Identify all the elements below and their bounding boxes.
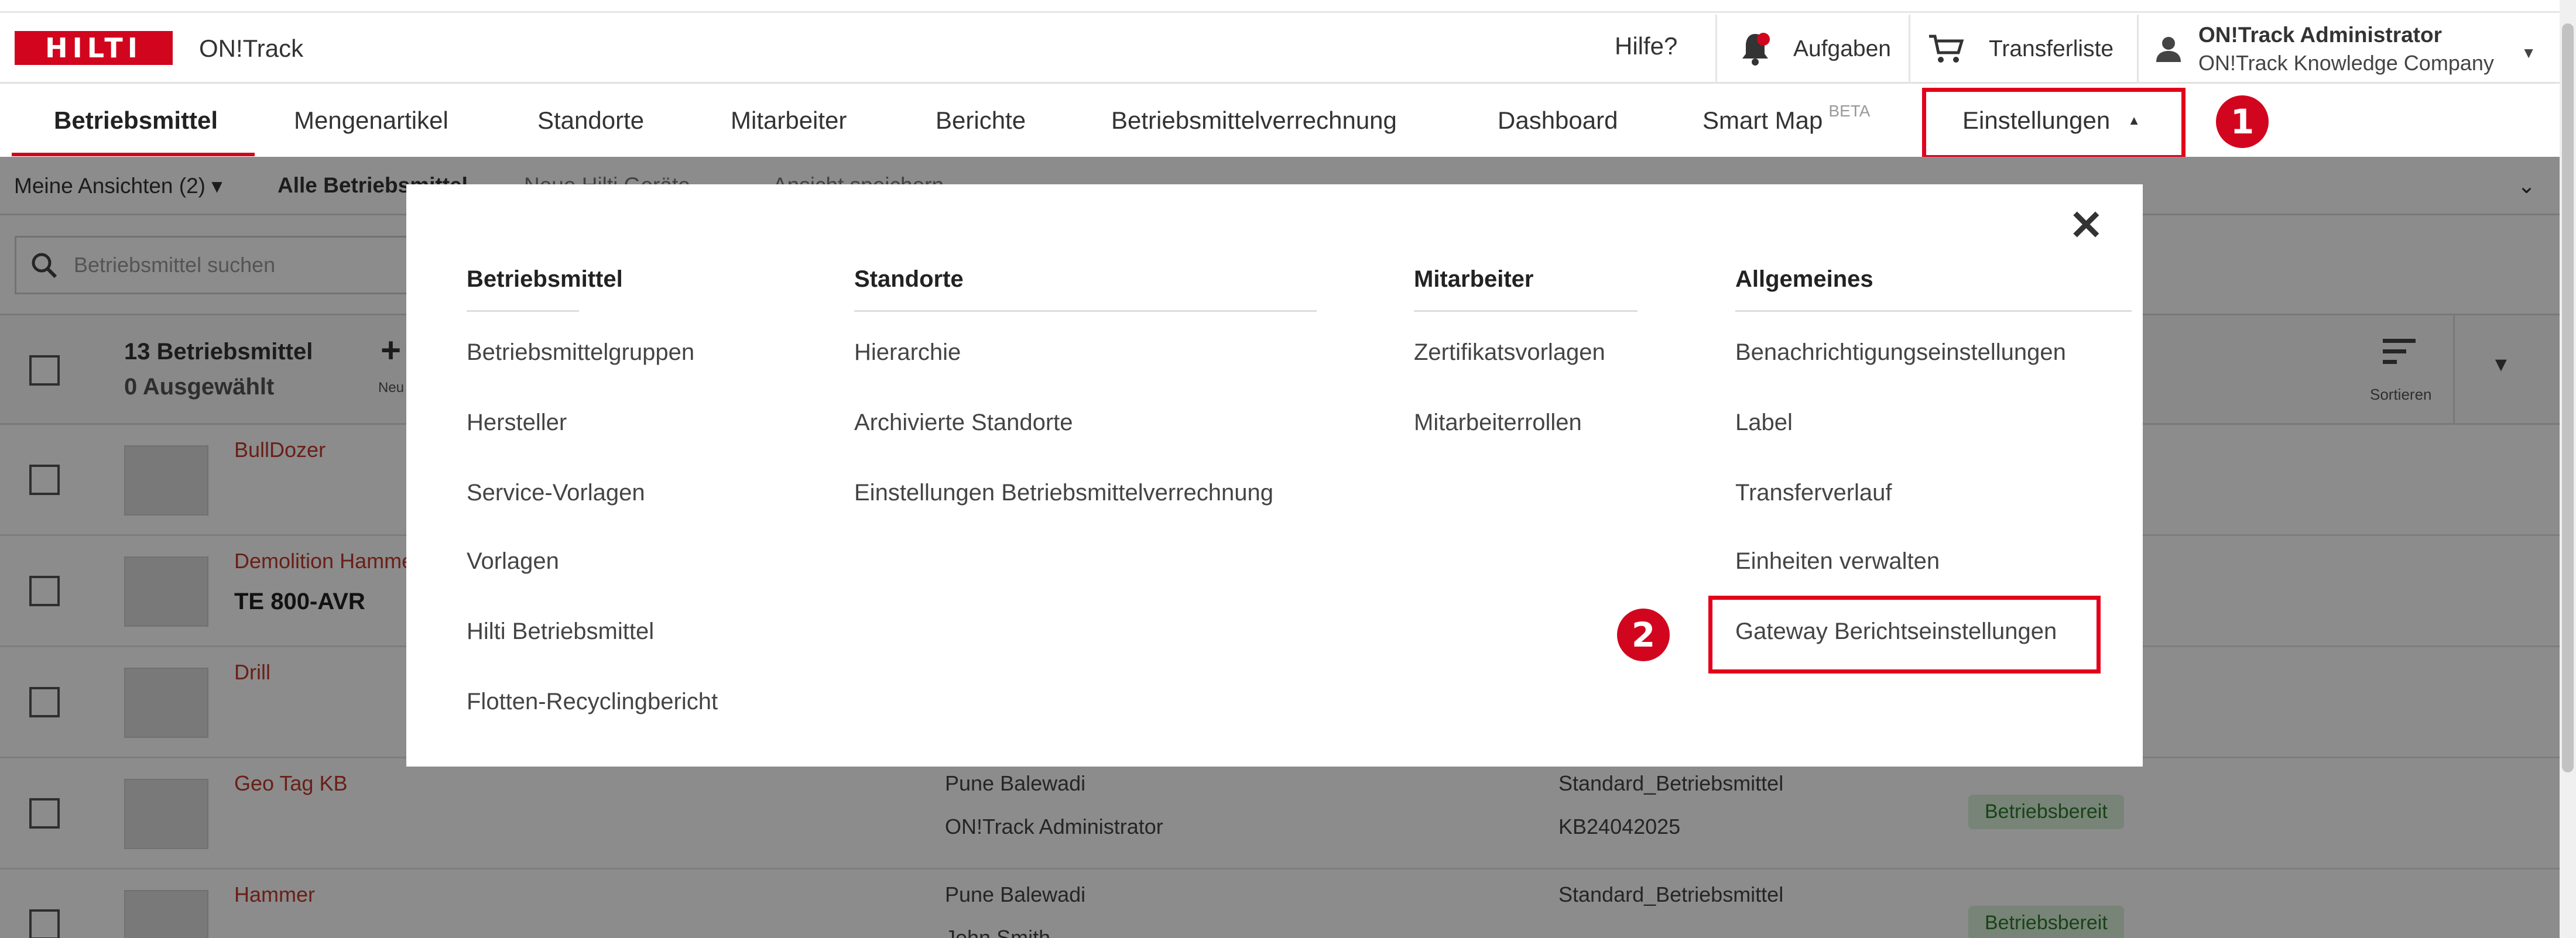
settings-dropdown-panel: ✕ Betriebsmittel Betriebsmittelgruppen H… — [406, 184, 2143, 767]
nav-betriebsmittel[interactable]: Betriebsmittel — [54, 84, 218, 157]
callout-box-einstellungen — [1922, 88, 2186, 159]
menu-link-hilti-betriebsmittel[interactable]: Hilti Betriebsmittel — [467, 619, 654, 645]
browser-top-strip — [0, 0, 2576, 13]
menu-link-benachrichtigungseinstellungen[interactable]: Benachrichtigungseinstellungen — [1735, 339, 2066, 366]
menu-link-mitarbeiterrollen[interactable]: Mitarbeiterrollen — [1414, 410, 1582, 436]
menu-column-title-betriebsmittel: Betriebsmittel — [467, 266, 623, 312]
beta-badge: BETA — [1828, 101, 1871, 120]
transfer-list-button[interactable]: Transferliste — [1909, 15, 2137, 84]
menu-link-transferverlauf[interactable]: Transferverlauf — [1735, 480, 1892, 506]
hilti-logo[interactable]: HILTI — [15, 31, 173, 65]
nav-betriebsmittelverrechnung[interactable]: Betriebsmittelverrechnung — [1111, 84, 1397, 157]
menu-link-einstellungen-betriebsmittelverrechnung[interactable]: Einstellungen Betriebsmittelverrechnung — [854, 480, 1273, 506]
menu-link-service-vorlagen[interactable]: Service-Vorlagen — [467, 480, 645, 506]
tasks-button[interactable]: Aufgaben — [1715, 15, 1909, 84]
callout-badge-2: 2 — [1617, 609, 1670, 661]
menu-column-title-mitarbeiter: Mitarbeiter — [1414, 266, 1638, 312]
nav-dashboard[interactable]: Dashboard — [1498, 84, 1618, 157]
menu-link-vorlagen[interactable]: Vorlagen — [467, 548, 559, 575]
nav-mitarbeiter[interactable]: Mitarbeiter — [731, 84, 847, 157]
callout-badge-1: 1 — [2216, 95, 2269, 148]
active-tab-underline — [12, 153, 255, 156]
cart-icon — [1928, 34, 1964, 64]
user-name: ON!Track Administrator — [2198, 23, 2442, 47]
user-icon — [2155, 35, 2182, 63]
page-scrollbar[interactable] — [2560, 0, 2576, 938]
transfer-list-label: Transferliste — [1989, 36, 2114, 61]
user-company: ON!Track Knowledge Company — [2198, 51, 2494, 75]
close-icon[interactable]: ✕ — [2069, 205, 2104, 246]
chevron-down-icon: ▼ — [2521, 44, 2536, 61]
tasks-label: Aufgaben — [1793, 36, 1891, 61]
nav-mengenartikel[interactable]: Mengenartikel — [294, 84, 448, 157]
menu-link-einheiten-verwalten[interactable]: Einheiten verwalten — [1735, 548, 1940, 575]
smart-map-label: Smart Map — [1703, 106, 1823, 134]
app-name: ON!Track — [199, 35, 304, 62]
scrollbar-thumb[interactable] — [2562, 23, 2574, 772]
callout-box-gateway — [1708, 596, 2101, 674]
help-link[interactable]: Hilfe? — [1615, 32, 1677, 60]
menu-column-title-allgemeines: Allgemeines — [1735, 266, 2132, 312]
menu-link-archivierte-standorte[interactable]: Archivierte Standorte — [854, 410, 1073, 436]
menu-link-hierarchie[interactable]: Hierarchie — [854, 339, 961, 366]
menu-link-betriebsmittelgruppen[interactable]: Betriebsmittelgruppen — [467, 339, 694, 366]
nav-berichte[interactable]: Berichte — [936, 84, 1026, 157]
app-header: HILTI ON!Track Hilfe? Aufgaben Transferl… — [0, 15, 2560, 84]
user-menu[interactable]: ON!Track Administrator ON!Track Knowledg… — [2137, 15, 2560, 84]
menu-link-zertifikatsvorlagen[interactable]: Zertifikatsvorlagen — [1414, 339, 1605, 366]
nav-smart-map[interactable]: Smart Map BETA — [1703, 84, 1870, 157]
notification-dot — [1757, 33, 1770, 46]
menu-link-label[interactable]: Label — [1735, 410, 1793, 436]
bell-icon — [1741, 32, 1770, 67]
menu-link-flotten-recyclingbericht[interactable]: Flotten-Recyclingbericht — [467, 689, 718, 715]
menu-column-title-standorte: Standorte — [854, 266, 1317, 312]
menu-link-hersteller[interactable]: Hersteller — [467, 410, 567, 436]
nav-standorte[interactable]: Standorte — [537, 84, 644, 157]
